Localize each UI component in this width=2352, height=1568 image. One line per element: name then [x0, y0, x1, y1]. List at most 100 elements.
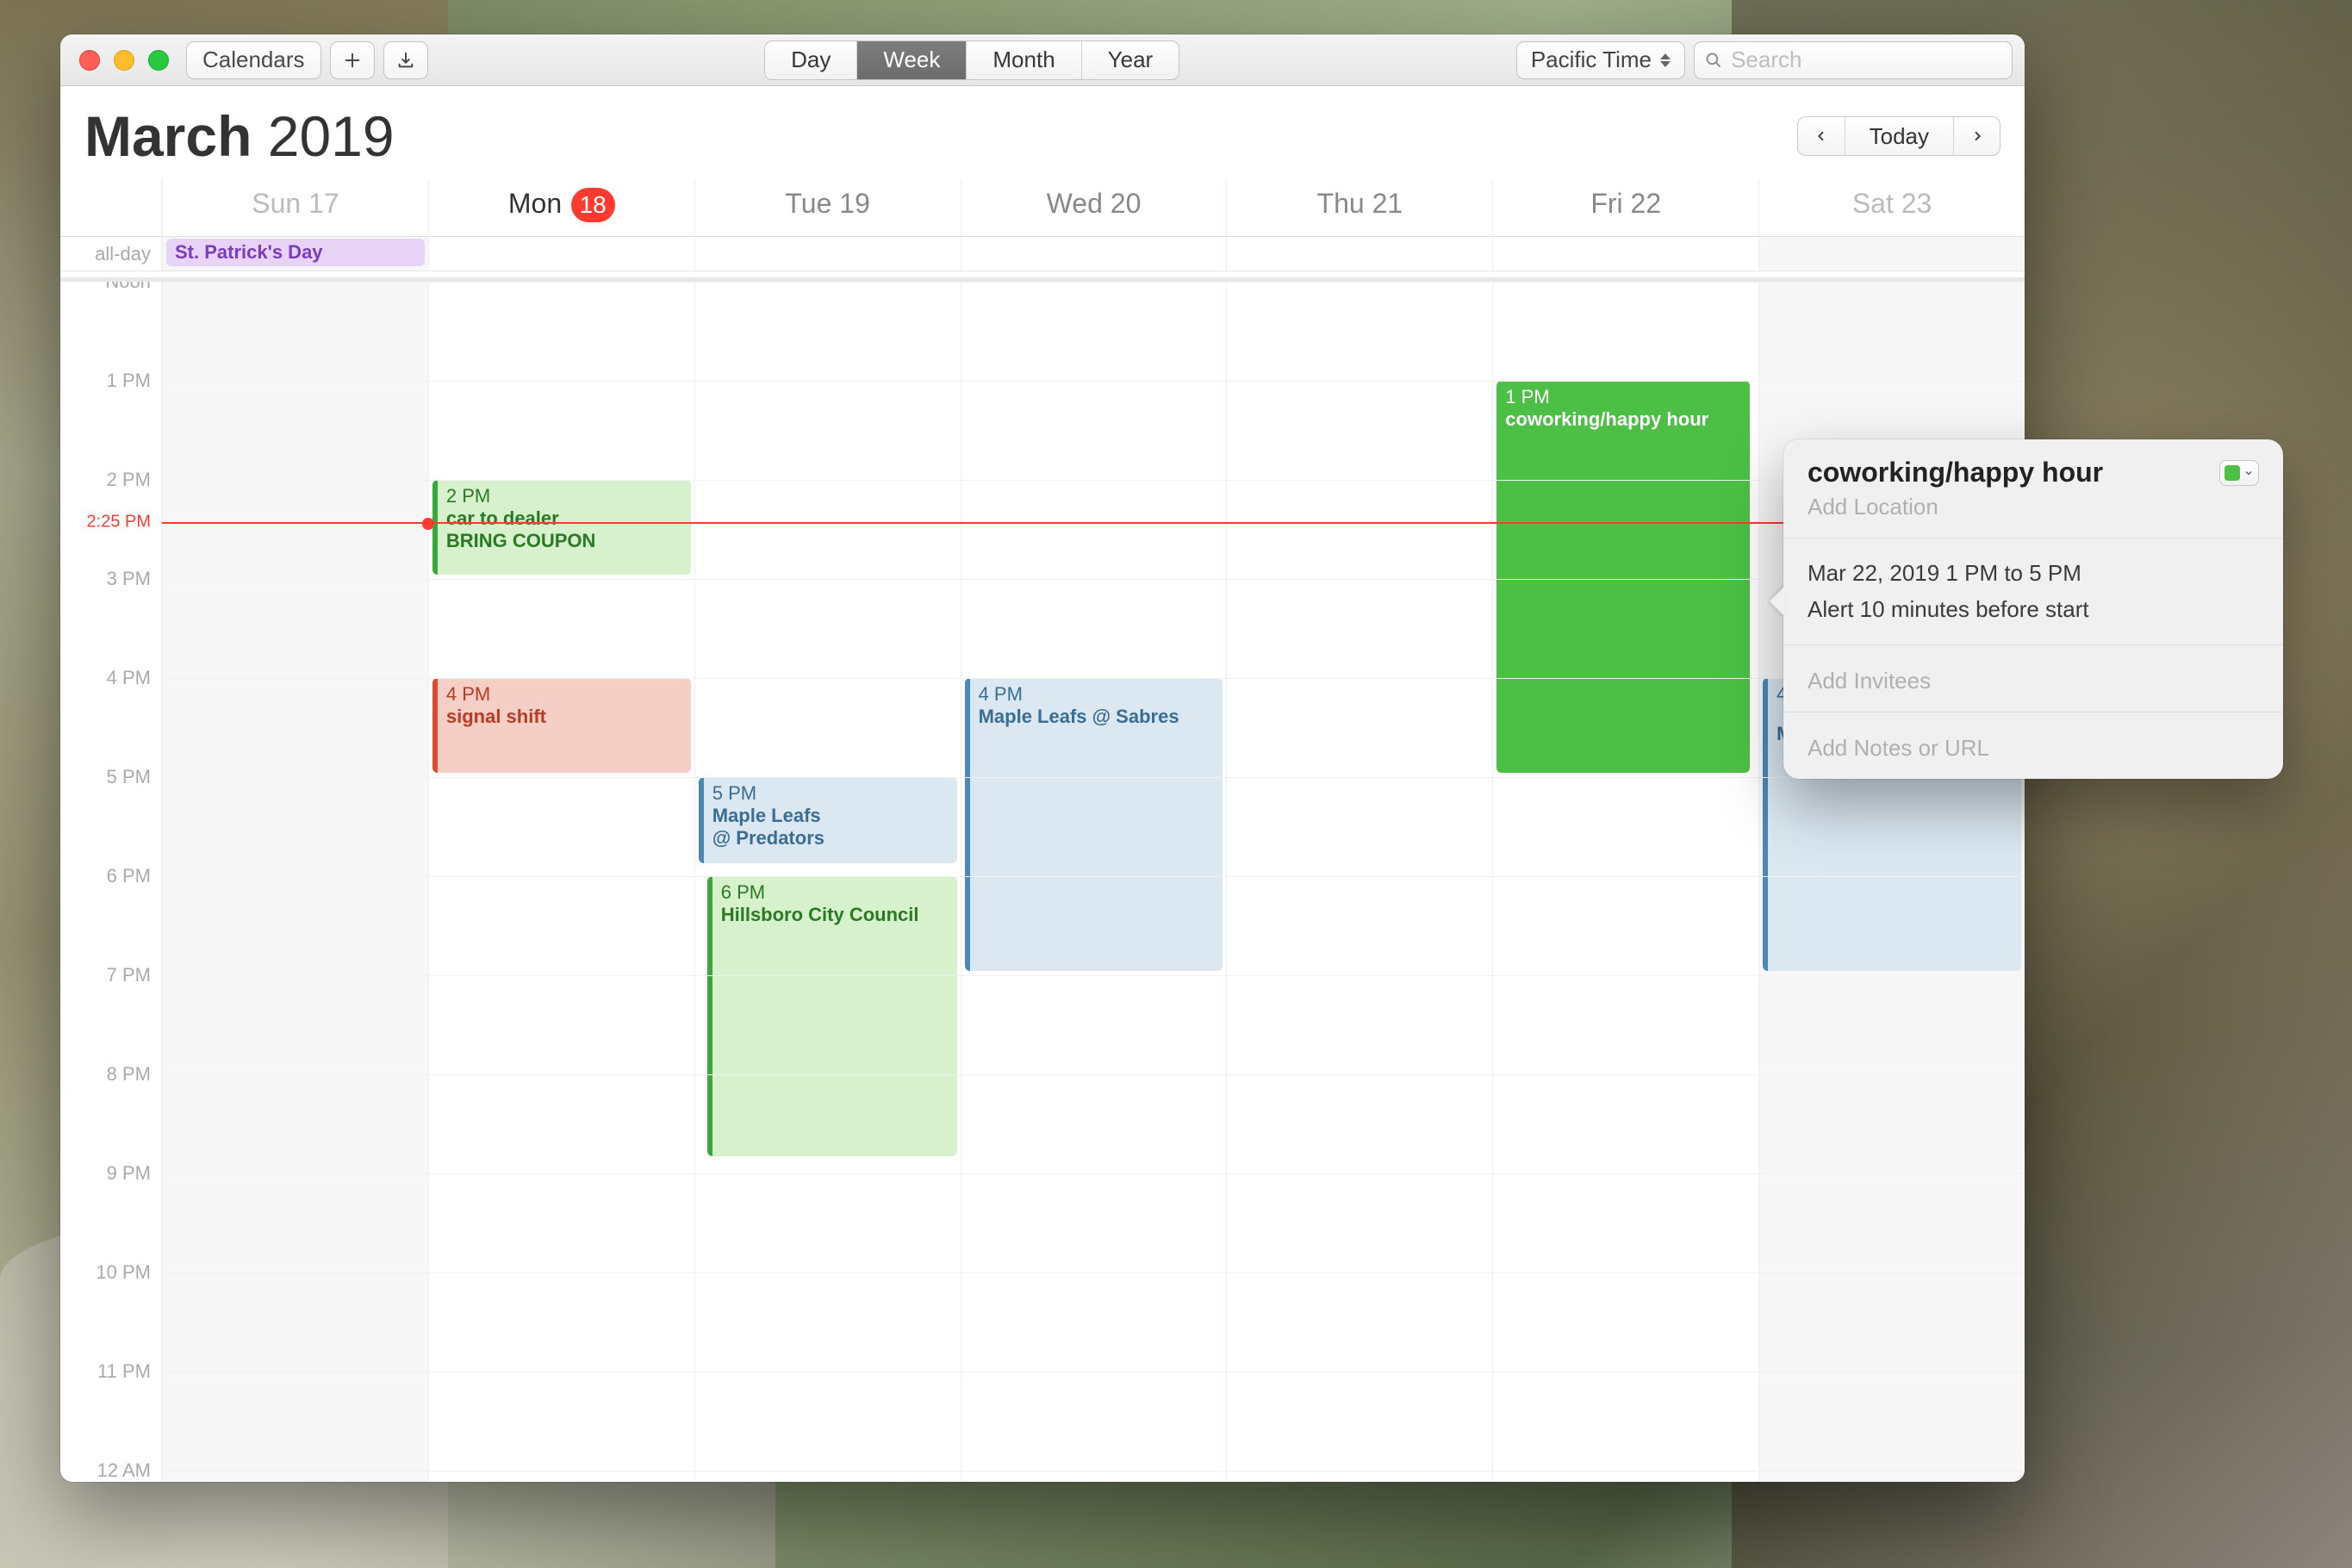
share-button[interactable] [383, 41, 428, 79]
view-month-button[interactable]: Month [966, 41, 1080, 79]
grid-col-thu[interactable] [1226, 282, 1492, 1482]
allday-cell-mon[interactable] [428, 237, 694, 271]
minimize-window-button[interactable] [114, 50, 134, 71]
timezone-select[interactable]: Pacific Time [1516, 41, 1685, 79]
popover-alert-line: Alert 10 minutes before start [1808, 592, 2259, 628]
grid-col-tue[interactable]: 5 PM Maple Leafs @ Predators 6 PM Hillsb… [694, 282, 961, 1482]
search-icon [1705, 51, 1722, 70]
search-input[interactable] [1731, 47, 2001, 73]
chevron-left-icon [1814, 129, 1828, 143]
hour-label: 5 PM [107, 766, 151, 788]
chevron-right-icon [1970, 129, 1984, 143]
hour-label: 2 PM [107, 469, 151, 491]
event-leafs-predators[interactable]: 5 PM Maple Leafs @ Predators [699, 777, 957, 863]
popover-title[interactable]: coworking/happy hour [1808, 457, 2207, 488]
today-badge: 18 [571, 188, 615, 222]
notes-field[interactable]: Add Notes or URL [1783, 712, 2283, 779]
nav-group: Today [1797, 116, 2000, 156]
event-city-council[interactable]: 6 PM Hillsboro City Council [707, 876, 957, 1156]
event-car-to-dealer[interactable]: 2 PM car to dealer BRING COUPON [432, 480, 691, 575]
hour-label: 4 PM [107, 667, 151, 689]
view-year-button[interactable]: Year [1081, 41, 1179, 79]
day-header-tue[interactable]: Tue 19 [694, 179, 961, 236]
zoom-window-button[interactable] [148, 50, 169, 71]
color-swatch-icon [2224, 465, 2240, 481]
timezone-label: Pacific Time [1531, 47, 1652, 73]
hour-gridline [162, 1074, 2025, 1075]
search-field[interactable] [1694, 41, 2013, 79]
hour-label: 10 PM [96, 1261, 151, 1284]
event-leafs-sabres[interactable]: 4 PM Maple Leafs @ Sabres [965, 678, 1223, 971]
hour-label: Noon [105, 282, 151, 293]
prev-week-button[interactable] [1798, 117, 1845, 155]
popover-datetime[interactable]: Mar 22, 2019 1 PM to 5 PM Alert 10 minut… [1783, 538, 2283, 645]
invitees-field[interactable]: Add Invitees [1783, 645, 2283, 712]
time-gutter: 2:25 PM Noon1 PM2 PM3 PM4 PM5 PM6 PM7 PM… [60, 282, 162, 1482]
calendars-button[interactable]: Calendars [186, 41, 321, 79]
calendar-color-select[interactable] [2219, 460, 2259, 486]
hour-gridline [162, 777, 2025, 778]
allday-cell-sat[interactable] [1758, 237, 2025, 271]
now-indicator-line [162, 522, 2025, 524]
hour-gridline [162, 876, 2025, 877]
view-segmented-control: Day Week Month Year [764, 40, 1179, 80]
month-year-label: March 2019 [84, 103, 395, 169]
hour-gridline [162, 579, 2025, 580]
hour-label: 12 AM [97, 1459, 151, 1482]
allday-cell-thu[interactable] [1226, 237, 1492, 271]
hour-gridline [162, 381, 2025, 382]
event-signal-shift[interactable]: 4 PM signal shift [432, 678, 691, 773]
add-event-button[interactable] [330, 41, 375, 79]
hour-gridline [162, 678, 2025, 679]
inbox-icon [396, 51, 415, 70]
day-header-mon[interactable]: Mon 18 [428, 179, 694, 236]
hour-gridline [162, 480, 2025, 481]
grid-col-mon[interactable]: 2 PM car to dealer BRING COUPON 4 PM sig… [428, 282, 694, 1482]
hour-label: 8 PM [107, 1063, 151, 1086]
event-popover: coworking/happy hour Add Location Mar 22… [1783, 439, 2283, 779]
allday-event-stpatricks[interactable]: St. Patrick's Day [166, 239, 425, 266]
allday-cell-wed[interactable] [961, 237, 1227, 271]
view-day-button[interactable]: Day [765, 41, 856, 79]
location-field[interactable]: Add Location [1808, 494, 2259, 520]
now-time-label: 2:25 PM [87, 513, 151, 532]
day-header-wed[interactable]: Wed 20 [961, 179, 1227, 236]
close-window-button[interactable] [79, 50, 100, 71]
calendar-window: Calendars Day Week Month Year Pacific Ti… [60, 34, 2025, 1482]
popover-date-line: Mar 22, 2019 1 PM to 5 PM [1808, 556, 2259, 592]
hour-label: 6 PM [107, 865, 151, 887]
today-button[interactable]: Today [1845, 117, 1953, 155]
allday-cell-tue[interactable] [694, 237, 961, 271]
hour-gridline [162, 1272, 2025, 1273]
days-header: Sun 17 Mon 18 Tue 19 Wed 20 Thu 21 Fri 2… [60, 179, 2025, 237]
allday-row: all-day St. Patrick's Day [60, 237, 2025, 271]
event-coworking-happy-hour[interactable]: 1 PM coworking/happy hour [1496, 381, 1750, 773]
hour-gridline [162, 975, 2025, 976]
hour-gridline [162, 282, 2025, 283]
hour-label: 3 PM [107, 568, 151, 590]
allday-cell-sun[interactable]: St. Patrick's Day [162, 237, 428, 271]
hour-gridline [162, 1173, 2025, 1174]
traffic-lights [72, 50, 177, 71]
next-week-button[interactable] [1953, 117, 2000, 155]
month-header: March 2019 Today [60, 86, 2025, 179]
hour-label: 7 PM [107, 964, 151, 986]
day-header-sun[interactable]: Sun 17 [162, 179, 428, 236]
titlebar: Calendars Day Week Month Year Pacific Ti… [60, 34, 2025, 86]
chevron-down-icon [2243, 468, 2254, 478]
now-indicator-dot [422, 518, 434, 530]
view-week-button[interactable]: Week [856, 41, 966, 79]
day-header-thu[interactable]: Thu 21 [1226, 179, 1492, 236]
week-grid: 2:25 PM Noon1 PM2 PM3 PM4 PM5 PM6 PM7 PM… [60, 282, 2025, 1482]
grid-col-wed[interactable]: 4 PM Maple Leafs @ Sabres [961, 282, 1227, 1482]
allday-label: all-day [60, 237, 162, 271]
grid-col-fri[interactable]: 1 PM coworking/happy hour [1492, 282, 1758, 1482]
hour-label: 9 PM [107, 1162, 151, 1185]
day-header-fri[interactable]: Fri 22 [1492, 179, 1758, 236]
grid-columns: 2 PM car to dealer BRING COUPON 4 PM sig… [162, 282, 2025, 1482]
grid-col-sun[interactable] [162, 282, 428, 1482]
popover-header: coworking/happy hour Add Location [1783, 439, 2283, 538]
allday-cell-fri[interactable] [1492, 237, 1758, 271]
calendars-label: Calendars [202, 47, 305, 73]
day-header-sat[interactable]: Sat 23 [1758, 179, 2025, 236]
